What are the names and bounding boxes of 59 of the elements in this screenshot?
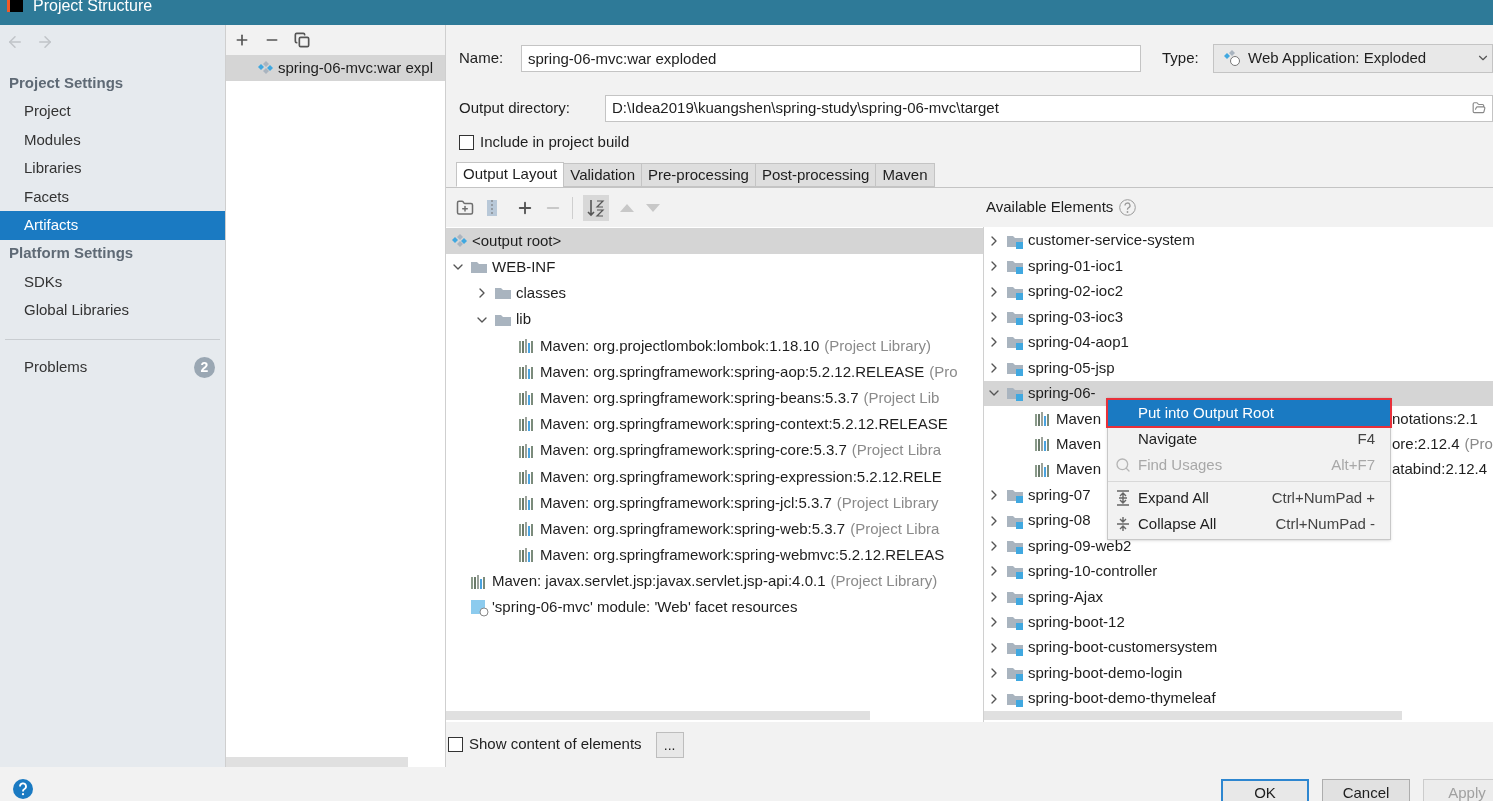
library-note: (Project Libra: [851, 440, 941, 461]
library-note: (Pro: [1464, 433, 1493, 454]
output-directory-label: Output directory:: [459, 97, 571, 118]
tree-label: WEB-INF: [492, 257, 556, 278]
problems-count: 2: [194, 357, 215, 378]
library-note: (Pro: [929, 361, 958, 382]
available-elements-title: Available Elements: [986, 197, 1114, 218]
library-note: (Project Libra: [850, 518, 940, 539]
show-content-label: Show content of elements: [469, 734, 642, 755]
library-label: Maven: [1056, 459, 1102, 480]
library-label: Maven: [1056, 408, 1102, 429]
library-note: (Project Library): [824, 335, 932, 356]
tree-label: Maven: org.springframework:spring-jcl:5.3.7: [540, 492, 832, 513]
module-label: spring-boot-12: [1028, 612, 1125, 633]
library-label: notations:2.1: [1392, 408, 1478, 429]
tree-label: Maven: org.springframework:spring-core:5.3.7: [540, 440, 847, 461]
module-label: spring-boot-demo-login: [1028, 662, 1183, 683]
module-label: spring-06-: [1028, 383, 1096, 404]
tree-label: lib: [516, 309, 531, 330]
tree-label: classes: [516, 283, 567, 304]
section-heading: Platform Settings: [8, 243, 135, 264]
module-label: spring-04-aop1: [1028, 332, 1129, 353]
tree-label: Maven: org.springframework:spring-expression:5.2.12.RELE: [540, 466, 942, 487]
tree-label: Maven: org.projectlombok:lombok:1.18.10: [540, 335, 820, 356]
module-label: spring-Ajax: [1028, 586, 1104, 607]
include-label: Include in project build: [480, 131, 630, 152]
library-note: (Project Library): [830, 571, 938, 592]
tree-label: Maven: org.springframework:spring-context:5.2.12.RELEASE: [540, 414, 948, 435]
section-heading: Project Settings: [8, 72, 125, 93]
tree-label: <output root>: [472, 230, 562, 251]
module-label: spring-10-controller: [1028, 561, 1158, 582]
module-label: spring-03-ioc3: [1028, 306, 1124, 327]
module-label: spring-01-ioc1: [1028, 255, 1124, 276]
tree-label: Maven: javax.servlet.jsp:javax.servlet.jsp-api:4.0.1: [492, 571, 826, 592]
menu-shortcut: Ctrl+NumPad -: [1275, 513, 1375, 534]
module-label: spring-boot-demo-thymeleaf: [1028, 688, 1216, 709]
library-label: atabind:2.12.4: [1392, 459, 1488, 480]
tree-label: Maven: org.springframework:spring-web:5.3.7: [540, 518, 846, 539]
tree-label: Maven: org.springframework:spring-aop:5.2.12.RELEASE: [540, 361, 925, 382]
module-label: spring-09-web2: [1028, 535, 1132, 556]
tree-label: Maven: org.springframework:spring-webmvc:5.2.12.RELEAS: [540, 545, 945, 566]
library-note: (Project Library: [836, 492, 939, 513]
window-title: Project Structure: [33, 0, 153, 13]
tree-label: 'spring-06-mvc' module: 'Web' facet resources: [492, 597, 798, 618]
module-label: spring-02-ioc2: [1028, 281, 1124, 302]
library-label: ore:2.12.4: [1392, 433, 1460, 454]
module-label: spring-boot-customersystem: [1028, 637, 1218, 658]
library-label: Maven: [1056, 433, 1102, 454]
menu-shortcut: Alt+F7: [1331, 454, 1375, 475]
module-label: spring-08: [1028, 510, 1091, 531]
module-label: spring-07: [1028, 484, 1091, 505]
library-note: (Project Lib: [863, 387, 940, 408]
menu-shortcut: F4: [1357, 428, 1375, 449]
menu-shortcut: Ctrl+NumPad +: [1271, 487, 1375, 508]
name-label: Name:: [459, 47, 505, 68]
module-label: spring-05-jsp: [1028, 357, 1115, 378]
tree-label: Maven: org.springframework:spring-beans:5.3.7: [540, 387, 859, 408]
module-label: customer-service-system: [1028, 230, 1195, 251]
type-label: Type:: [1162, 47, 1200, 68]
